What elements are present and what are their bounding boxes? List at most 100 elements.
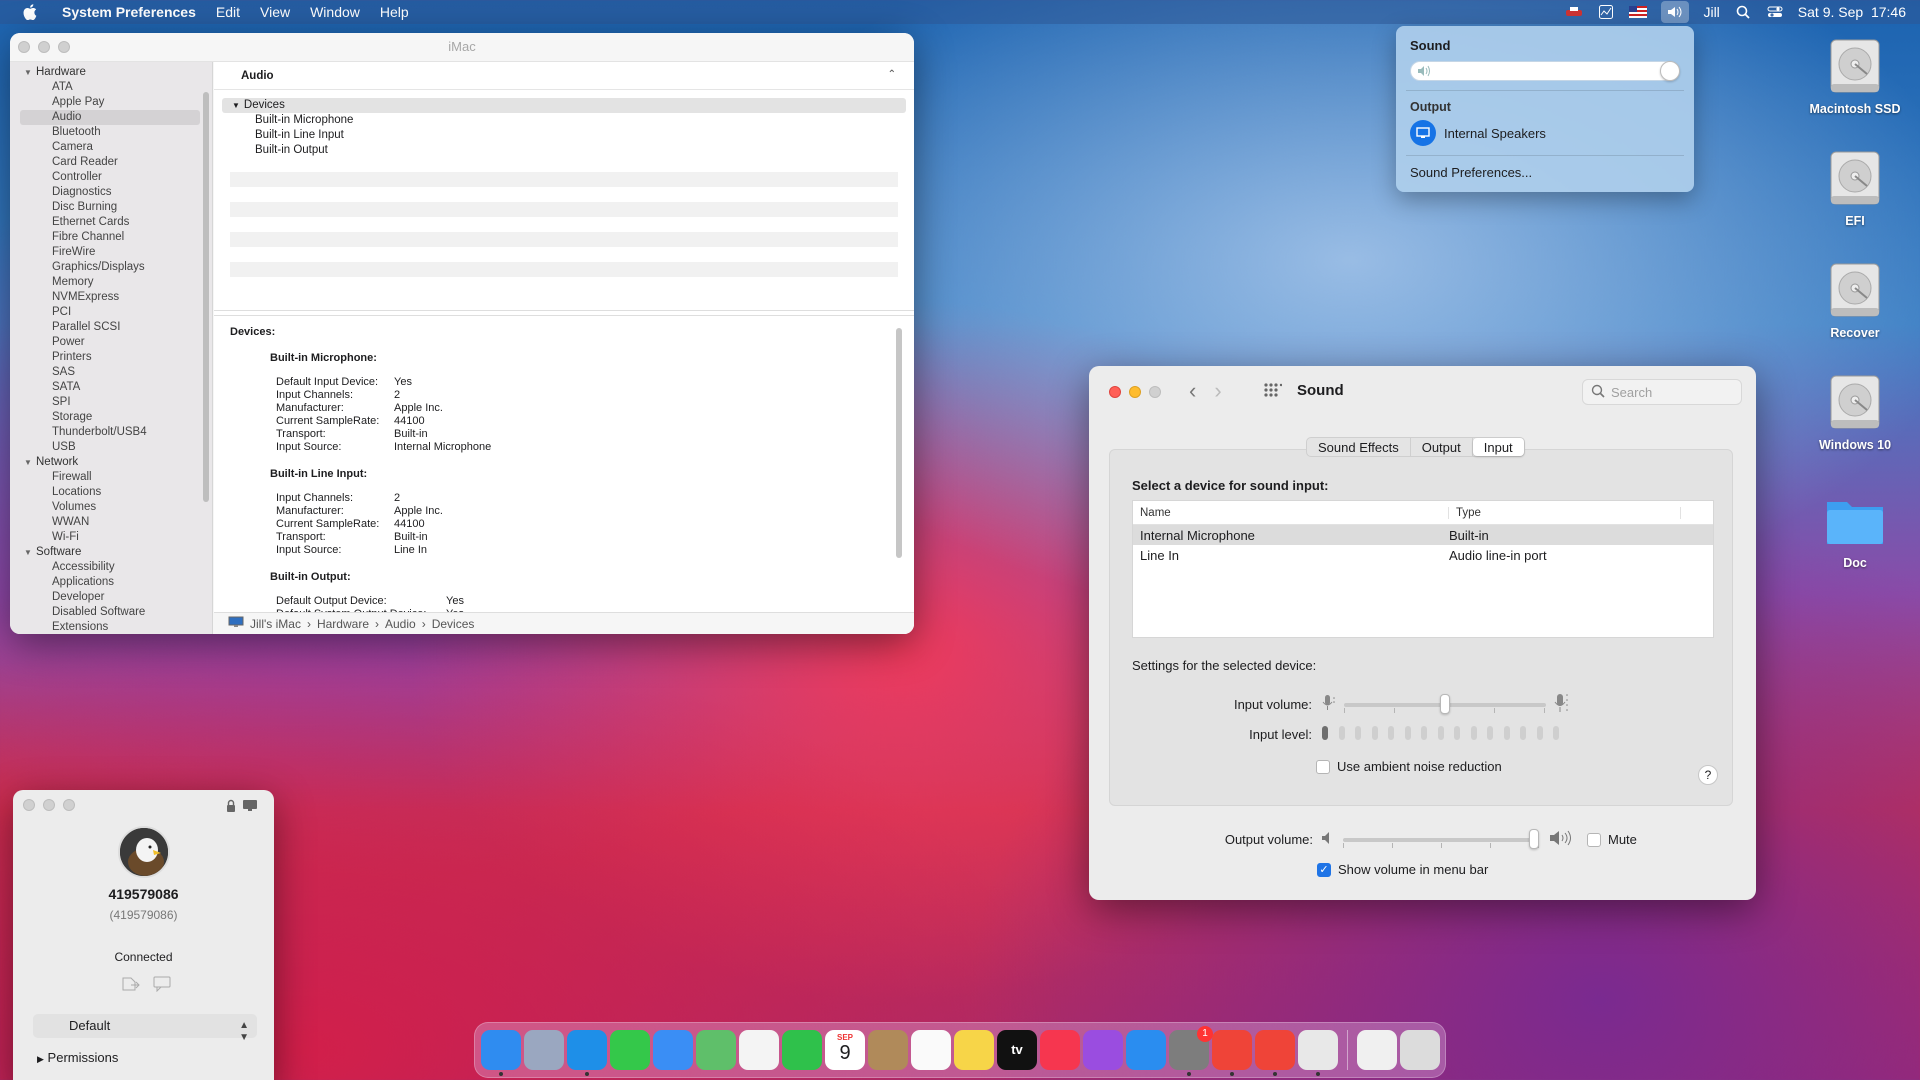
column-header-audio[interactable]: Audio ⌃ [214,62,914,90]
breadcrumb-item[interactable]: Hardware [317,617,369,631]
minimize-button[interactable] [43,799,55,811]
pane-splitter[interactable] [214,310,914,316]
input-volume-slider[interactable] [1344,693,1546,714]
photos-icon[interactable] [739,1030,779,1070]
sidebar-group-hardware[interactable]: ▼ Hardware [10,65,212,80]
volume-slider[interactable] [1410,61,1680,81]
sidebar-item-power[interactable]: Power [10,335,212,350]
breadcrumb-item[interactable]: Jill's iMac [250,617,301,631]
breadcrumb-item[interactable]: Devices [432,617,475,631]
anydesk-2-icon[interactable] [1255,1030,1295,1076]
disclosure-triangle-icon[interactable]: ▼ [24,545,36,560]
table-row[interactable]: Internal Microphone Built-in [1133,525,1713,545]
sound-preferences-link[interactable]: Sound Preferences... [1410,165,1680,180]
documents-icon[interactable] [1357,1030,1397,1070]
sidebar-item-bluetooth[interactable]: Bluetooth [10,125,212,140]
system-information-icon[interactable] [1298,1030,1338,1076]
trash-icon[interactable] [1400,1030,1440,1070]
column-type[interactable]: Type [1449,506,1681,519]
ambient-noise-checkbox[interactable] [1316,759,1330,774]
sidebar-item-firewall[interactable]: Firewall [10,470,212,485]
close-button[interactable] [18,41,30,53]
monitor-icon[interactable] [242,799,258,816]
launchpad-icon[interactable] [524,1030,564,1070]
sidebar-scrollbar[interactable] [203,92,209,502]
zoom-button[interactable] [63,799,75,811]
sidebar-item-parallel-scsi[interactable]: Parallel SCSI [10,320,212,335]
sidebar-item-memory[interactable]: Memory [10,275,212,290]
menu-edit[interactable]: Edit [206,0,250,24]
menu-view[interactable]: View [250,0,300,24]
sidebar-item-wi-fi[interactable]: Wi-Fi [10,530,212,545]
desktop-icon-recover[interactable]: Recover [1800,258,1910,340]
forward-arrow-icon[interactable]: › [1214,380,1221,402]
sidebar-item-card-reader[interactable]: Card Reader [10,155,212,170]
tree-row-devices[interactable]: ▼ Devices [222,98,906,113]
tab-input[interactable]: Input [1472,438,1524,456]
volume-icon[interactable] [1661,1,1690,23]
disclosure-triangle-icon[interactable]: ▼ [232,101,240,110]
menu-help[interactable]: Help [370,0,419,24]
sidebar-item-storage[interactable]: Storage [10,410,212,425]
app-store-icon[interactable] [1126,1030,1166,1070]
sidebar-item-sata[interactable]: SATA [10,380,212,395]
output-volume-slider[interactable] [1343,828,1539,849]
column-name[interactable]: Name [1133,506,1449,519]
sidebar-item-developer[interactable]: Developer [10,590,212,605]
sidebar-item-spi[interactable]: SPI [10,395,212,410]
minimize-button[interactable] [38,41,50,53]
sidebar-item-apple-pay[interactable]: Apple Pay [10,95,212,110]
menu-datetime[interactable]: Sat 9. Sep 17:46 [1798,4,1906,20]
tree-row[interactable]: Built-in Output [222,143,906,158]
chevron-up-icon[interactable]: ⌃ [888,69,896,80]
sidebar-item-disabled-software[interactable]: Disabled Software [10,605,212,620]
sidebar-item-usb[interactable]: USB [10,440,212,455]
zoom-button[interactable] [1149,386,1161,398]
desktop-icon-windows-10[interactable]: Windows 10 [1800,370,1910,452]
sidebar-item-wwan[interactable]: WWAN [10,515,212,530]
notes-icon[interactable] [954,1030,994,1070]
calendar-icon[interactable]: SEP 9 [825,1030,865,1070]
sidebar-item-audio[interactable]: Audio [20,110,200,125]
sidebar-item-controller[interactable]: Controller [10,170,212,185]
sidebar-item-applications[interactable]: Applications [10,575,212,590]
music-icon[interactable] [1040,1030,1080,1070]
desktop-icon-macintosh-ssd[interactable]: Macintosh SSD [1800,34,1910,116]
output-volume-thumb[interactable] [1529,828,1539,849]
disclosure-triangle-icon[interactable]: ▼ [24,455,36,470]
sidebar-item-volumes[interactable]: Volumes [10,500,212,515]
zoom-button[interactable] [58,41,70,53]
close-button[interactable] [1109,386,1121,398]
menu-user[interactable]: Jill [1703,4,1719,20]
chat-icon[interactable] [153,976,171,995]
finder-icon[interactable] [481,1030,521,1076]
anydesk-icon[interactable] [1212,1030,1252,1076]
tab-sound-effects[interactable]: Sound Effects [1307,438,1411,456]
show-volume-checkbox[interactable]: ✓ [1317,862,1331,877]
sidebar-item-firewire[interactable]: FireWire [10,245,212,260]
sidebar-item-thunderbolt-usb4[interactable]: Thunderbolt/USB4 [10,425,212,440]
activity-chart-icon[interactable] [1597,5,1615,19]
profile-dropdown[interactable]: Default ▲ ▼ [33,1014,257,1043]
tree-row[interactable]: Built-in Line Input [222,128,906,143]
reminders-icon[interactable] [911,1030,951,1070]
file-transfer-icon[interactable] [121,976,141,995]
apple-logo-icon[interactable] [20,4,40,20]
maps-icon[interactable] [696,1030,736,1070]
permissions-disclosure[interactable]: ▶ Permissions [37,1050,118,1065]
sidebar-item-ata[interactable]: ATA [10,80,212,95]
tree-row[interactable]: Built-in Microphone [222,113,906,128]
table-row[interactable]: Line In Audio line-in port [1133,545,1713,565]
podcasts-icon[interactable] [1083,1030,1123,1070]
show-all-grid-icon[interactable] [1264,383,1283,400]
sidebar-item-fibre-channel[interactable]: Fibre Channel [10,230,212,245]
menu-window[interactable]: Window [300,0,370,24]
tv-icon[interactable]: tv [997,1030,1037,1070]
sidebar-group-software[interactable]: ▼ Software [10,545,212,560]
sidebar-item-pci[interactable]: PCI [10,305,212,320]
messages-icon[interactable] [610,1030,650,1070]
back-arrow-icon[interactable]: ‹ [1189,380,1196,402]
facetime-icon[interactable] [782,1030,822,1070]
control-center-icon[interactable] [1766,5,1784,19]
tab-output[interactable]: Output [1411,438,1473,456]
